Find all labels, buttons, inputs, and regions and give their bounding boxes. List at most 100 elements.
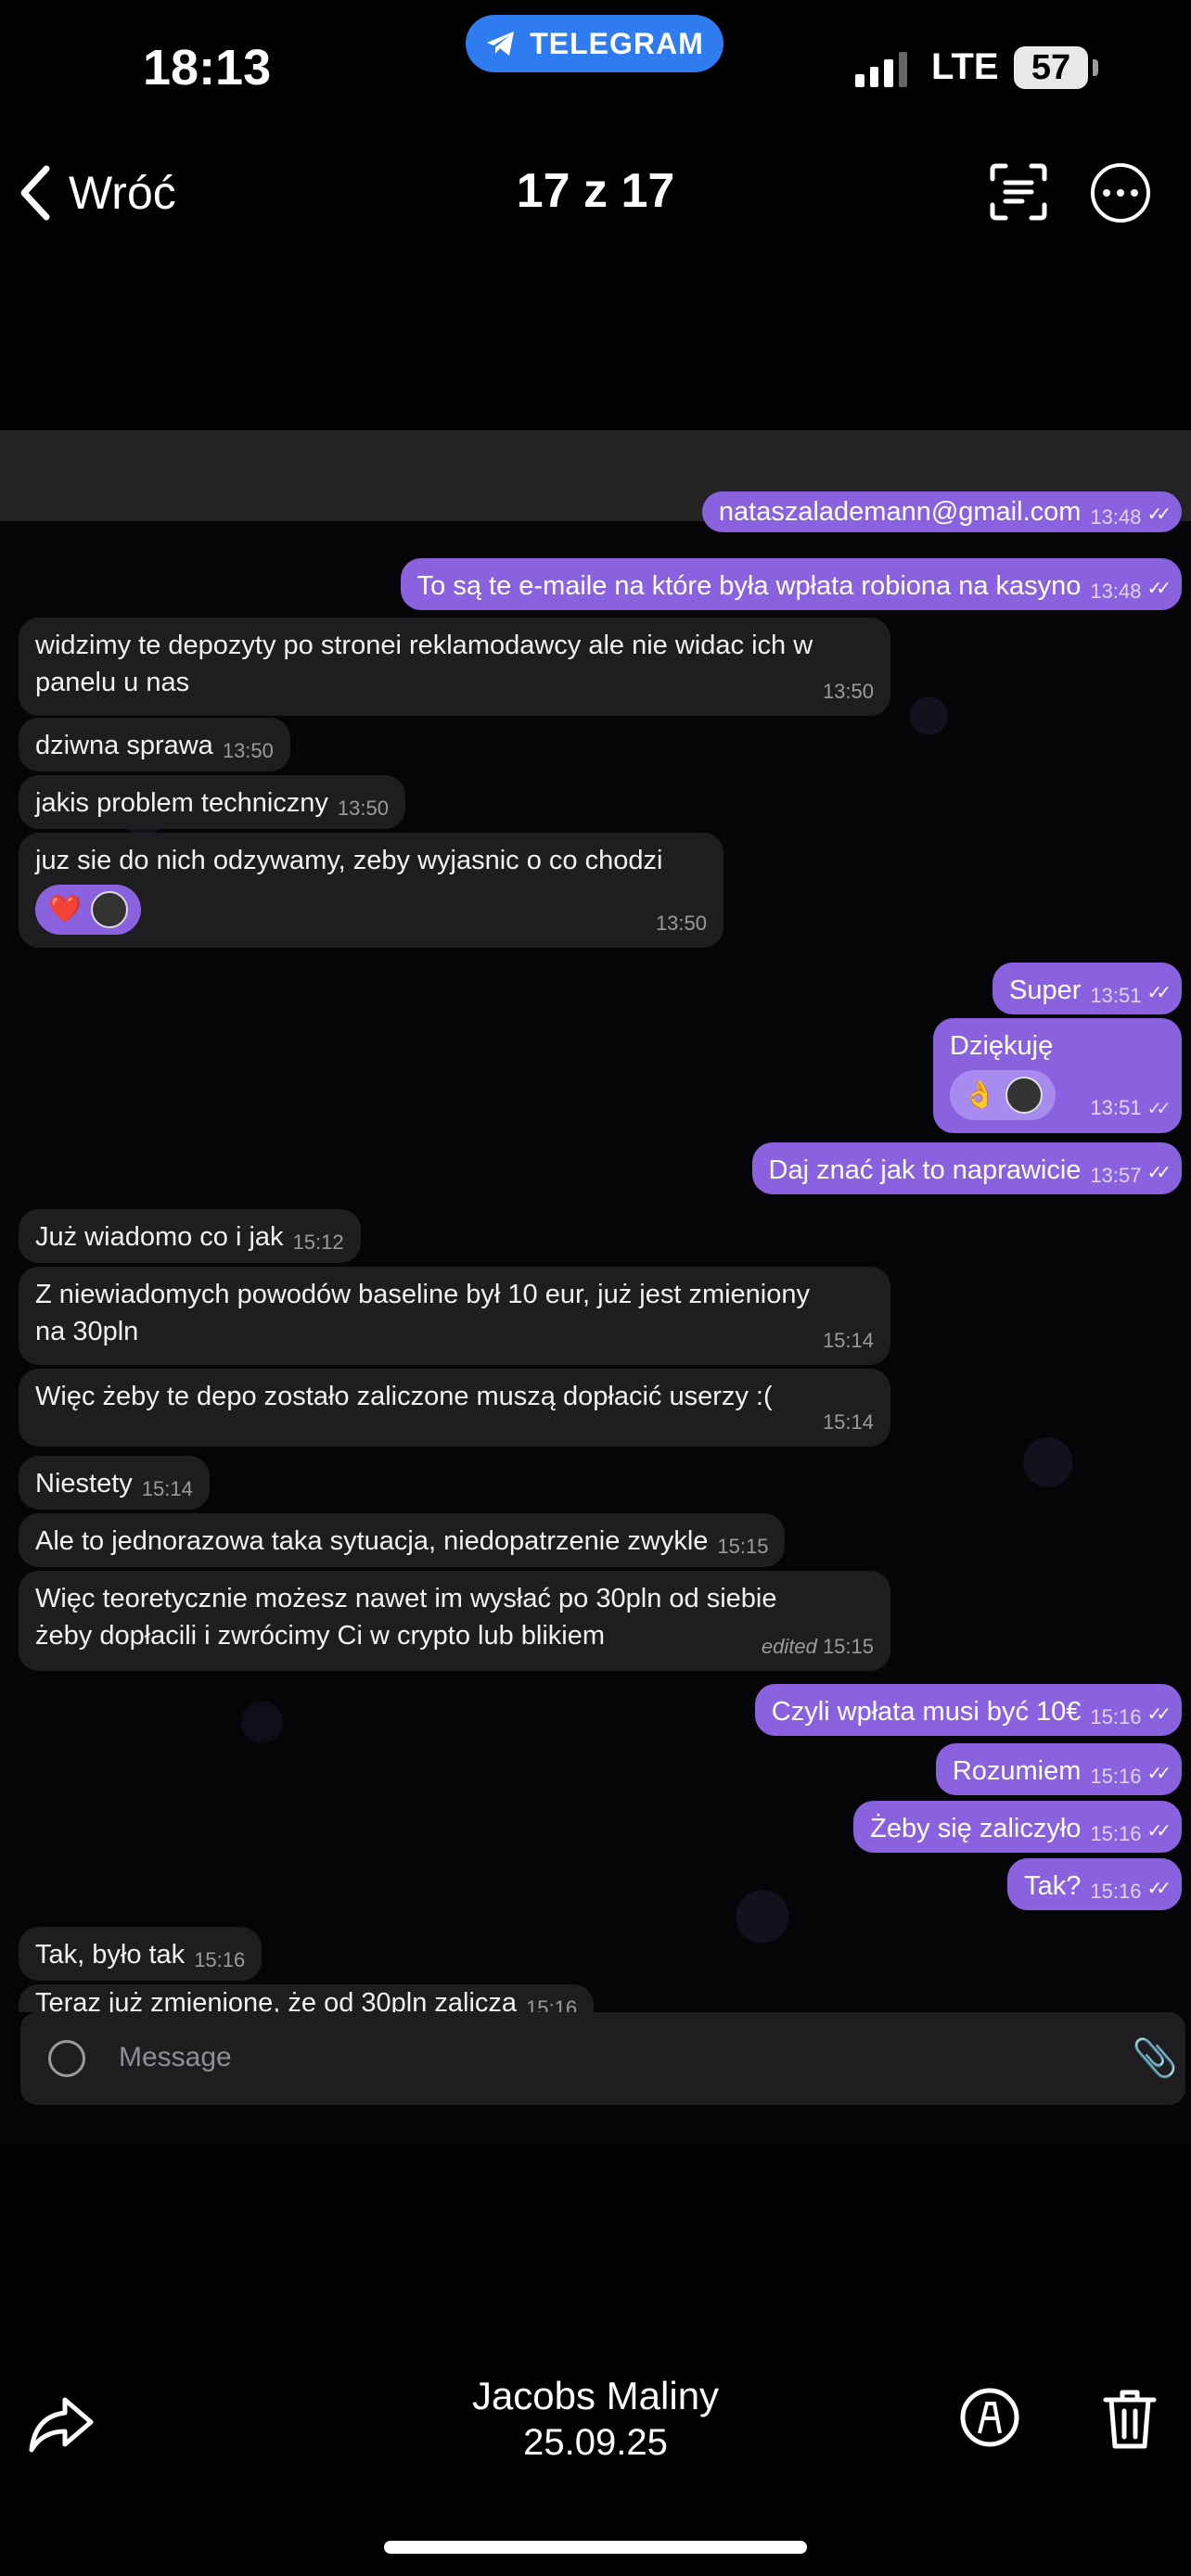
message-time: 15:14	[822, 1329, 874, 1352]
emoji-icon[interactable]	[48, 2040, 85, 2077]
signal-icon	[855, 50, 907, 87]
read-check-icon: ✓✓	[1146, 1704, 1171, 1725]
more-dot	[1117, 189, 1124, 197]
message-time: 13:50	[655, 912, 707, 935]
read-check-icon: ✓✓	[1146, 579, 1171, 599]
message-time: 15:14	[822, 1410, 874, 1434]
message-text: Już wiadomo co i jak	[35, 1222, 284, 1252]
home-indicator	[384, 2541, 807, 2554]
message-time: 13:51 ✓✓	[1090, 1090, 1171, 1128]
chevron-left-icon	[20, 165, 50, 221]
read-check-icon: ✓✓	[1146, 983, 1171, 1003]
message-text: jakis problem techniczny	[35, 788, 328, 818]
message-text-line: Z niewiadomych powodów baseline był 10 e…	[35, 1280, 810, 1309]
message-time: 15:16	[1090, 1822, 1142, 1845]
live-text-icon	[990, 163, 1047, 221]
reaction-chip[interactable]: 👌	[950, 1070, 1057, 1120]
message-text: nataszalademann@gmail.com	[718, 497, 1082, 527]
message-bubble: Czyli wpłata musi być 10€ 15:16 ✓✓	[754, 1684, 1182, 1736]
more-dot	[1103, 189, 1110, 197]
share-button[interactable]	[26, 2392, 100, 2463]
message-bubble: nataszalademann@gmail.com 13:48 ✓✓	[701, 491, 1182, 532]
read-check-icon: ✓✓	[1146, 1099, 1171, 1119]
live-text-button[interactable]	[981, 159, 1056, 224]
message-text: Rozumiem	[952, 1756, 1082, 1786]
back-label: Wróć	[69, 167, 176, 219]
trash-icon	[1103, 2390, 1157, 2449]
message-text-line: na 30pln	[35, 1317, 139, 1346]
message-input-bar[interactable]: Message 📎	[20, 2012, 1185, 2105]
message-bubble: Tak? 15:16 ✓✓	[1007, 1858, 1182, 1910]
message-bubble: Teraz już zmienione, że od 30pln zalicza…	[19, 1984, 595, 2012]
reaction-heart: ❤️	[48, 895, 83, 925]
message-bubble: jakis problem techniczny 13:50	[19, 775, 405, 829]
message-bubble: dziwna sprawa 13:50	[19, 718, 290, 772]
more-button[interactable]	[1091, 163, 1150, 223]
message-time: 13:48	[1090, 505, 1142, 529]
delete-button[interactable]	[1100, 2387, 1159, 2452]
message-text: Super	[1009, 976, 1082, 1005]
message-text: Tak?	[1024, 1871, 1082, 1901]
message-text: Daj znać jak to naprawicie	[768, 1155, 1082, 1185]
network-type: LTE	[931, 46, 999, 87]
message-text: Niestety	[35, 1469, 133, 1498]
message-text-line: widzimy te depozyty po stronei reklamoda…	[35, 631, 813, 660]
message-bubble: To są te e-maile na które była wpłata ro…	[400, 558, 1182, 610]
message-time: 15:15	[717, 1535, 769, 1558]
message-text: Tak, było tak	[35, 1940, 186, 1970]
status-time: 18:13	[143, 40, 272, 96]
message-time: 15:14	[141, 1477, 193, 1500]
message-time: 13:50	[337, 797, 389, 820]
message-bubble: Więc żeby te depo zostało zaliczone musz…	[19, 1369, 890, 1447]
paperclip-icon[interactable]: 📎	[1132, 2036, 1178, 2080]
avatar	[1005, 1077, 1044, 1114]
message-bubble: Rozumiem 15:16 ✓✓	[935, 1743, 1182, 1795]
message-bubble: Już wiadomo co i jak 15:12	[19, 1209, 361, 1263]
telegram-pill-label: TELEGRAM	[530, 26, 704, 60]
message-bubble: Daj znać jak to naprawicie 13:57 ✓✓	[751, 1142, 1182, 1194]
telegram-pill[interactable]: TELEGRAM	[466, 15, 724, 72]
message-time: 13:50	[222, 739, 274, 762]
message-time: 15:16	[526, 1996, 578, 2012]
avatar	[91, 891, 129, 928]
message-time: 13:50	[822, 680, 874, 703]
message-bubble: Tak, było tak 15:16	[19, 1927, 263, 1981]
markup-button[interactable]	[959, 2387, 1020, 2448]
more-dot	[1131, 189, 1138, 197]
message-bubble: Super 13:51 ✓✓	[992, 963, 1182, 1014]
battery-icon: 57	[1014, 46, 1088, 89]
message-time: 15:16	[1090, 1765, 1142, 1788]
share-icon	[29, 2397, 94, 2453]
message-text: Ale to jednorazowa taka sytuacja, niedop…	[35, 1526, 709, 1556]
message-text: Teraz już zmienione, że od 30pln zalicza	[35, 1988, 518, 2012]
message-text: Żeby się zaliczyło	[870, 1814, 1082, 1843]
edited-label: edited	[761, 1635, 817, 1658]
message-text: juz sie do nich odzywamy, zeby wyjasnic …	[35, 846, 663, 875]
message-time: 13:48	[1090, 580, 1142, 603]
reaction-chip[interactable]: ❤️	[35, 885, 142, 935]
message-text: Czyli wpłata musi być 10€	[771, 1697, 1082, 1727]
message-text-line: panelu u nas	[35, 668, 190, 697]
message-bubble: Więc teoretycznie możesz nawet im wysłać…	[19, 1571, 890, 1671]
message-text: Więc żeby te depo zostało zaliczone musz…	[35, 1382, 773, 1411]
message-bubble: Z niewiadomych powodów baseline był 10 e…	[19, 1267, 890, 1365]
message-bubble: Żeby się zaliczyło 15:16 ✓✓	[853, 1801, 1182, 1853]
message-time-value: 13:51	[1090, 1096, 1142, 1119]
message-text: Dziękuję	[950, 1031, 1054, 1061]
read-check-icon: ✓✓	[1146, 1764, 1171, 1784]
message-bubble: Dziękuję 👌 13:51 ✓✓	[933, 1018, 1182, 1133]
message-time: 15:16	[1090, 1880, 1142, 1903]
message-input-placeholder: Message	[119, 2042, 232, 2072]
message-time-value: 15:15	[822, 1635, 874, 1658]
back-button[interactable]: Wróć	[17, 156, 176, 230]
message-time: 13:51	[1090, 984, 1142, 1007]
read-check-icon: ✓✓	[1146, 504, 1171, 525]
read-check-icon: ✓✓	[1146, 1163, 1171, 1183]
message-bubble: Niestety 15:14	[19, 1456, 210, 1510]
message-bubble: Ale to jednorazowa taka sytuacja, niedop…	[19, 1513, 786, 1567]
message-text-line: żeby dopłacili i zwrócimy Ci w crypto lu…	[35, 1621, 606, 1651]
message-text-line: Więc teoretycznie możesz nawet im wysłać…	[35, 1584, 777, 1613]
markup-icon	[960, 2388, 1019, 2447]
message-text: dziwna sprawa	[35, 731, 213, 760]
telegram-icon	[487, 32, 515, 56]
